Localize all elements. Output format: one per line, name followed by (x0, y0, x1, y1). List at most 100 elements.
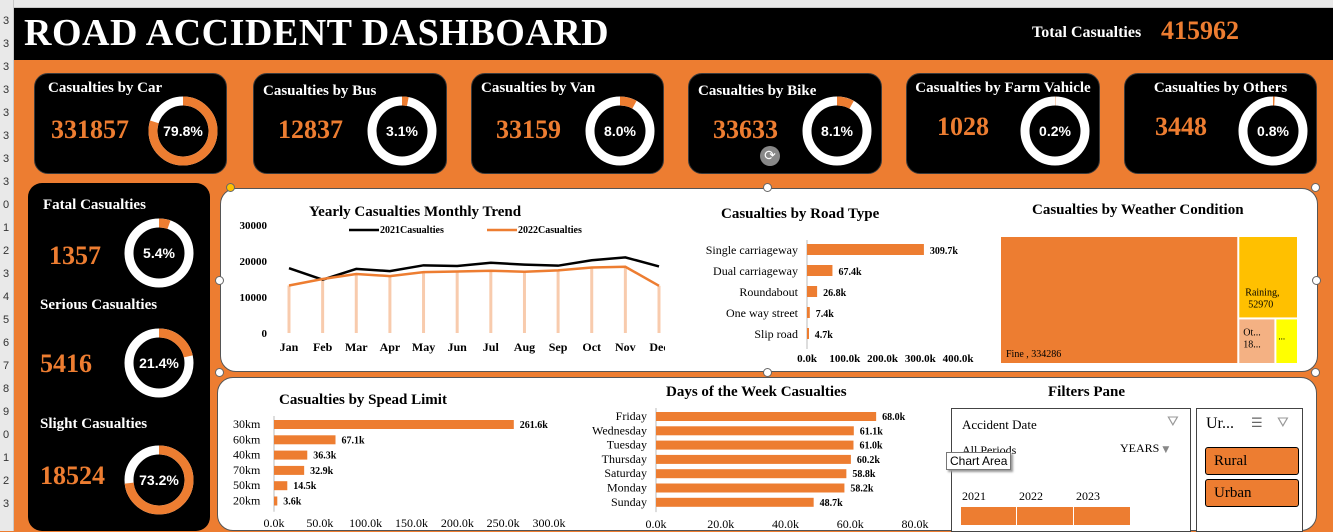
data-label: 4.7k (815, 330, 834, 341)
row-header[interactable]: 9 (0, 402, 13, 425)
vehicle-card-value: 331857 (51, 115, 129, 144)
row-header[interactable]: 3 (0, 172, 13, 195)
vehicle-card-value: 33633 (713, 115, 778, 144)
row-header[interactable]: 2 (0, 471, 13, 494)
resize-handle[interactable] (1312, 276, 1321, 285)
timeline-bar[interactable] (960, 507, 1130, 525)
urban-slicer[interactable]: Ur... ☰ ⛛ Rural Urban (1196, 408, 1303, 532)
resize-handle[interactable] (763, 183, 772, 192)
x-tick-label: 100.0k (829, 353, 861, 365)
data-label: 58.2k (850, 484, 874, 495)
category-label: Saturday (604, 466, 647, 480)
category-label: Sunday (611, 495, 647, 509)
bottom-charts-panel[interactable]: Casualties by Spead Limit 30km 261.6k 60km… (217, 377, 1317, 532)
middle-charts-panel[interactable]: Yearly Casualties Monthly Trend 30000 200… (220, 188, 1318, 372)
clear-filter-icon[interactable]: ⛛ (1277, 415, 1289, 431)
rural-button[interactable]: Rural (1205, 447, 1299, 475)
row-header[interactable]: 5 (0, 310, 13, 333)
x-tick-label: May (412, 340, 435, 354)
data-label: 60.2k (857, 455, 881, 466)
donut-pct-label: 3.1% (386, 123, 418, 139)
row-header[interactable]: 3 (0, 149, 13, 172)
bar (807, 286, 818, 297)
bar (274, 420, 514, 429)
category-label: 40km (233, 448, 261, 462)
multiselect-icon[interactable]: ☰ (1251, 416, 1263, 431)
total-casualties-label: Total Casualties (1032, 24, 1142, 41)
category-label: 30km (233, 417, 261, 431)
bar (656, 412, 877, 421)
severity-donut-chart: 5.4% (124, 218, 194, 288)
category-label: Wednesday (592, 423, 647, 437)
category-label: Friday (616, 409, 647, 423)
years-label: YEARS (1120, 441, 1160, 455)
row-header[interactable]: 3 (0, 103, 13, 126)
donut-pct-label: 0.2% (1039, 123, 1071, 139)
row-header[interactable]: 3 (0, 57, 13, 80)
urban-button[interactable]: Urban (1205, 479, 1299, 507)
accident-date-slicer[interactable]: Accident Date ⛛ All Periods YEARS ▼ Char… (946, 408, 1191, 532)
row-header[interactable]: 7 (0, 356, 13, 379)
category-label: Tuesday (607, 438, 647, 452)
row-header[interactable]: 0 (0, 425, 13, 448)
year-2022[interactable]: 2022 (1019, 489, 1043, 504)
row-header[interactable]: 3 (0, 11, 13, 34)
row-header[interactable]: 2 (0, 241, 13, 264)
row-header[interactable] (0, 0, 13, 11)
bar (656, 469, 847, 479)
vehicle-card: Casualties by Bike 33633 8.1% (688, 73, 882, 174)
row-header[interactable]: 6 (0, 333, 13, 356)
donut-pct-label: 21.4% (139, 355, 179, 371)
severity-panel: Fatal Casualties 1357 5.4% Serious Casualti… (28, 183, 210, 531)
speed-chart: 30km 261.6k 60km 67.1k 40km 36.3k 70km 32.9k 50k… (233, 416, 566, 530)
x-tick-label: 0.0k (646, 517, 667, 531)
clear-filter-icon[interactable]: ⛛ (1167, 414, 1179, 430)
row-header[interactable]: 3 (0, 494, 13, 517)
row-header[interactable]: 1 (0, 218, 13, 241)
resize-handle[interactable] (215, 368, 224, 377)
treemap-label: ... (1278, 331, 1285, 341)
rotate-icon[interactable]: ⟳ (760, 146, 780, 166)
x-tick-label: Apr (380, 340, 401, 354)
data-label: 7.4k (816, 309, 835, 320)
row-header[interactable]: 8 (0, 379, 13, 402)
vehicle-donut-chart: 79.8% (148, 96, 218, 166)
severity-value: 5416 (40, 349, 92, 378)
data-label: 61.0k (859, 441, 883, 452)
donut-pct-label: 79.8% (163, 123, 203, 139)
row-header[interactable]: 3 (0, 264, 13, 287)
treemap-label: Fine , 334286 (1006, 349, 1061, 360)
x-tick-label: Feb (313, 340, 333, 354)
timeline-divider (1016, 507, 1017, 525)
category-label: 20km (233, 494, 261, 508)
row-header[interactable]: 1 (0, 448, 13, 471)
vehicle-donut-chart: 0.8% (1238, 96, 1308, 166)
category-label: 70km (233, 463, 261, 477)
filters-title: Filters Pane (1048, 384, 1126, 400)
row-header[interactable]: 3 (0, 80, 13, 103)
row-header[interactable]: 3 (0, 34, 13, 57)
x-tick-label: 200.0k (441, 516, 474, 530)
year-2023[interactable]: 2023 (1076, 489, 1100, 504)
resize-handle[interactable] (226, 183, 235, 192)
years-dropdown[interactable]: YEARS ▼ (1120, 441, 1169, 456)
bar (656, 454, 851, 464)
x-tick-label: 80.0k (902, 517, 929, 531)
data-label: 67.1k (342, 435, 366, 446)
urban-slicer-header: Ur... (1206, 415, 1234, 432)
bar (656, 440, 854, 450)
row-header[interactable]: 0 (0, 195, 13, 218)
bar (274, 481, 288, 491)
bar (807, 244, 924, 255)
resize-handle[interactable] (1311, 183, 1320, 192)
resize-handle[interactable] (763, 368, 772, 377)
data-label: 58.8k (852, 469, 876, 480)
year-2021[interactable]: 2021 (962, 489, 986, 504)
x-tick-label: Mar (345, 340, 368, 354)
resize-handle[interactable] (215, 276, 224, 285)
row-header[interactable]: 3 (0, 126, 13, 149)
row-header[interactable]: 4 (0, 287, 13, 310)
resize-handle[interactable] (1311, 368, 1320, 377)
bar (656, 426, 854, 436)
bar (274, 496, 278, 506)
